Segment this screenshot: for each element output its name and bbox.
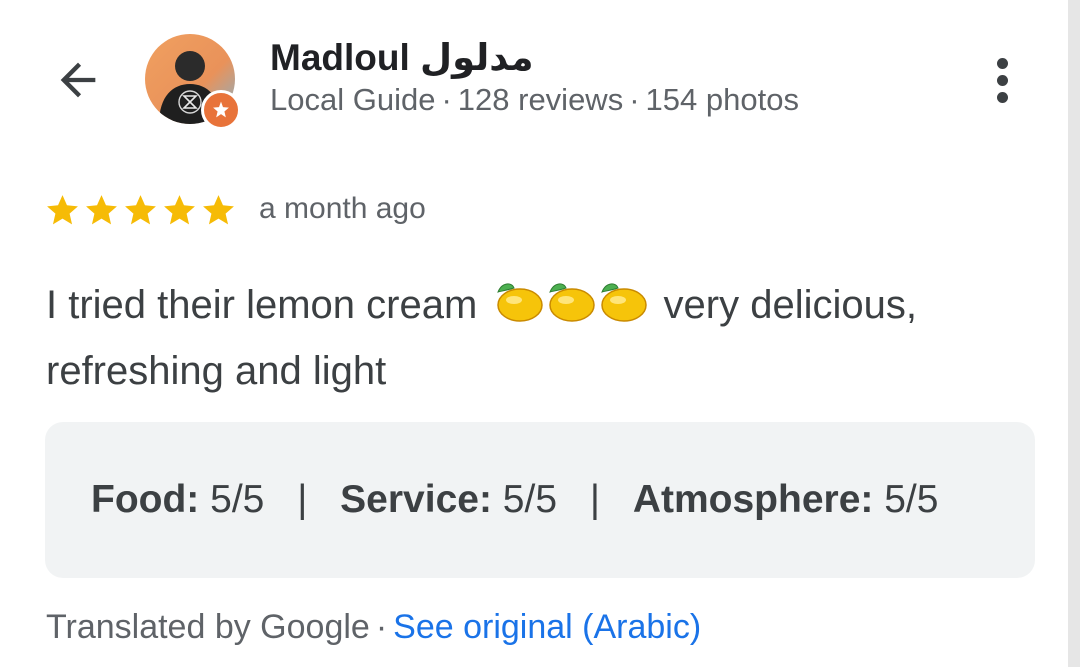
star-icon (47, 195, 78, 225)
star-rating (44, 192, 237, 229)
food-label: Food: (91, 478, 200, 521)
star-icon (203, 195, 234, 225)
see-original-link[interactable]: See original (Arabic) (393, 608, 701, 646)
meta-separator: · (441, 82, 452, 117)
review-text-part-1: I tried their lemon cream (46, 283, 478, 327)
photo-count: 154 photos (645, 82, 799, 117)
review-count: 128 reviews (457, 82, 624, 117)
arrow-left-icon (60, 62, 96, 98)
more-options-button[interactable] (980, 52, 1024, 108)
ratings-divider: | (589, 478, 600, 521)
translation-footer: Translated by Google · See original (Arabi… (46, 608, 701, 647)
service-label: Service: (340, 478, 492, 521)
local-guide-star-icon (201, 90, 241, 130)
scrollbar[interactable] (1068, 0, 1080, 667)
translated-by-label: Translated by Google (46, 608, 370, 646)
lemon-icon (497, 283, 544, 322)
review-screen: Madloul مدلول Local Guide · 128 reviews · 15… (0, 0, 1080, 667)
footer-separator: · (375, 608, 388, 646)
atmosphere-label: Atmosphere: (632, 478, 874, 521)
atmosphere-value: 5/5 (884, 478, 939, 521)
back-button[interactable] (48, 52, 108, 108)
user-avatar[interactable] (145, 34, 241, 130)
lemon-icon (601, 283, 648, 322)
attribute-ratings: Food: 5/5 | Service: 5/5 | Atmosphere: 5… (91, 478, 938, 522)
star-icon (86, 195, 117, 225)
attribute-ratings-box: Food: 5/5 | Service: 5/5 | Atmosphere: 5… (45, 422, 1035, 578)
star-icon (125, 195, 156, 225)
user-meta: Local Guide · 128 reviews · 154 photos (270, 82, 799, 118)
review-time: a month ago (259, 192, 426, 225)
review-text: I tried their lemon cream very delicious… (46, 272, 1026, 404)
user-name[interactable]: Madloul مدلول (270, 36, 534, 79)
service-value: 5/5 (502, 478, 558, 521)
food-value: 5/5 (210, 478, 265, 521)
lemon-emoji-icons (492, 278, 648, 324)
local-guide-label: Local Guide (270, 82, 436, 117)
meta-separator: · (629, 82, 640, 117)
lemon-icon (549, 283, 596, 322)
star-icon (164, 195, 195, 225)
more-vertical-icon (996, 57, 1008, 69)
ratings-divider: | (297, 478, 308, 521)
